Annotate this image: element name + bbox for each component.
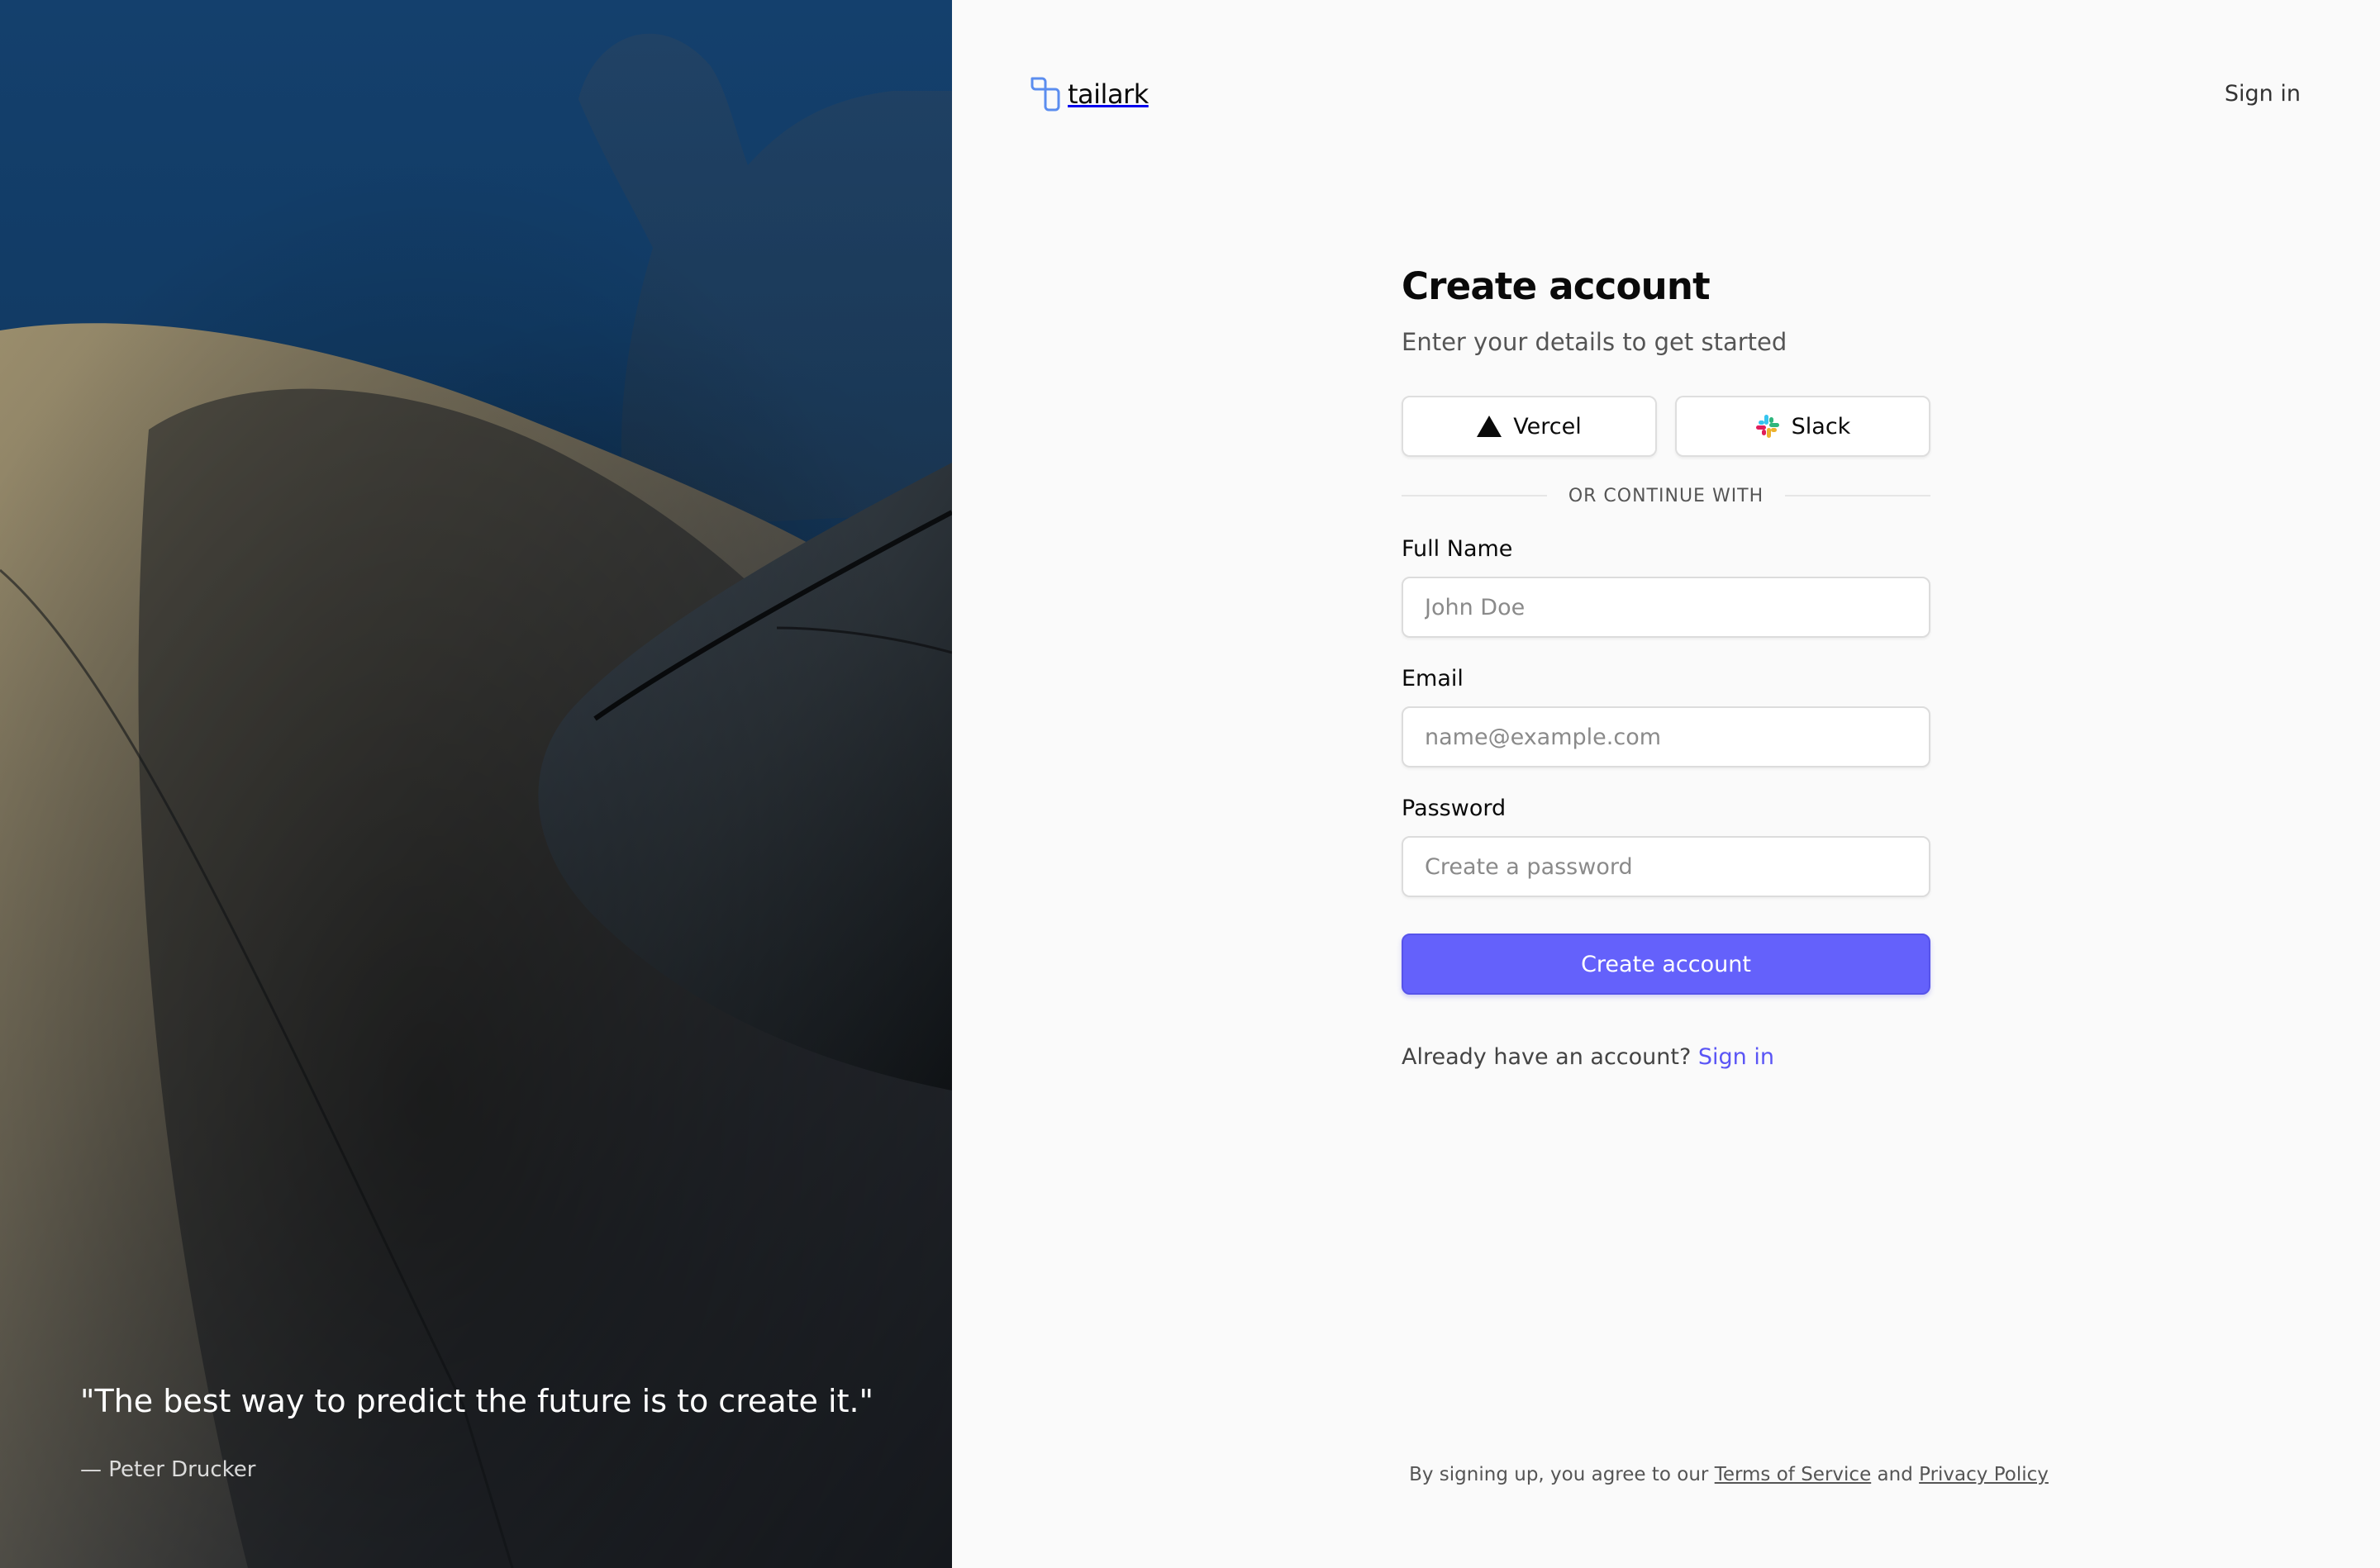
- brand-name: tailark: [1068, 78, 1149, 110]
- vercel-button[interactable]: Vercel: [1402, 396, 1657, 457]
- signup-panel: tailark Sign in Create account Enter you…: [952, 0, 2380, 1568]
- vercel-button-label: Vercel: [1513, 413, 1582, 440]
- legal-and: and: [1877, 1464, 1913, 1485]
- email-input[interactable]: [1402, 706, 1930, 767]
- already-have-account: Already have an account? Sign in: [1402, 1044, 1930, 1070]
- privacy-link[interactable]: Privacy Policy: [1919, 1464, 2049, 1485]
- password-input[interactable]: [1402, 836, 1930, 897]
- full-name-field: Full Name: [1402, 536, 1930, 638]
- signin-link[interactable]: Sign in: [1698, 1044, 1774, 1070]
- legal-prefix: By signing up, you agree to our: [1409, 1464, 1709, 1485]
- divider-line-right: [1785, 495, 1930, 497]
- create-account-button[interactable]: Create account: [1402, 934, 1930, 995]
- header-signin-link[interactable]: Sign in: [2225, 81, 2301, 107]
- slack-icon: [1755, 415, 1779, 438]
- password-field: Password: [1402, 796, 1930, 897]
- terms-link[interactable]: Terms of Service: [1715, 1464, 1872, 1485]
- email-label: Email: [1402, 666, 1464, 691]
- hero-quote: "The best way to predict the future is t…: [80, 1383, 874, 1419]
- oauth-buttons: Vercel Slack: [1402, 396, 1930, 457]
- page-title: Create account: [1402, 264, 1711, 308]
- signup-form: Create account Enter your details to get…: [1402, 264, 1930, 1070]
- slack-button[interactable]: Slack: [1675, 396, 1930, 457]
- slack-button-label: Slack: [1791, 413, 1851, 440]
- hero-quote-author: — Peter Drucker: [80, 1457, 256, 1482]
- or-divider: OR CONTINUE WITH: [1402, 483, 1930, 508]
- hero-architecture-image: [0, 0, 952, 1568]
- divider-line-left: [1402, 495, 1547, 497]
- hero-panel: "The best way to predict the future is t…: [0, 0, 952, 1568]
- password-label: Password: [1402, 796, 1507, 821]
- brand-logo-link[interactable]: tailark: [1030, 76, 1149, 112]
- already-have-account-text: Already have an account?: [1402, 1044, 1692, 1070]
- divider-text: OR CONTINUE WITH: [1568, 485, 1764, 506]
- vercel-triangle-icon: [1477, 416, 1502, 437]
- full-name-input[interactable]: [1402, 577, 1930, 638]
- email-field: Email: [1402, 666, 1930, 767]
- tailark-logo-icon: [1031, 77, 1060, 112]
- page-subtitle: Enter your details to get started: [1402, 328, 1787, 356]
- full-name-label: Full Name: [1402, 536, 1513, 562]
- legal-notice: By signing up, you agree to our Terms of…: [952, 1464, 2380, 1485]
